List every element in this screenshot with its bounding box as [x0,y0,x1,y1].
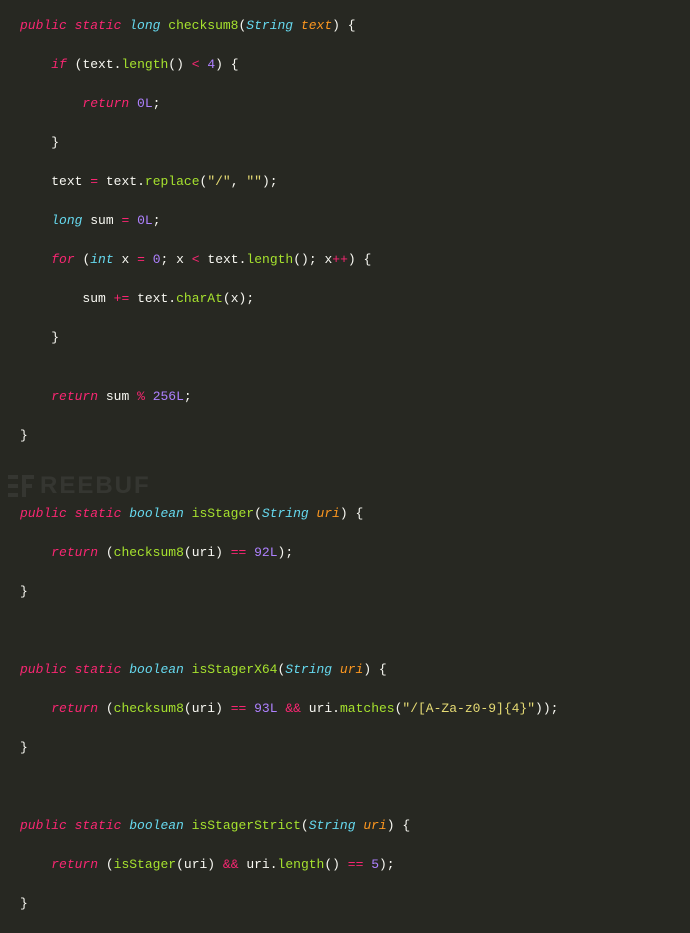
method-name: checksum8 [168,18,238,33]
modifier: public static [20,18,121,33]
param-type: String [246,18,293,33]
code-block: public static long checksum8(String text… [0,16,690,933]
return-type: long [129,18,160,33]
keyword-if: if [51,57,67,72]
param-name: text [301,18,332,33]
